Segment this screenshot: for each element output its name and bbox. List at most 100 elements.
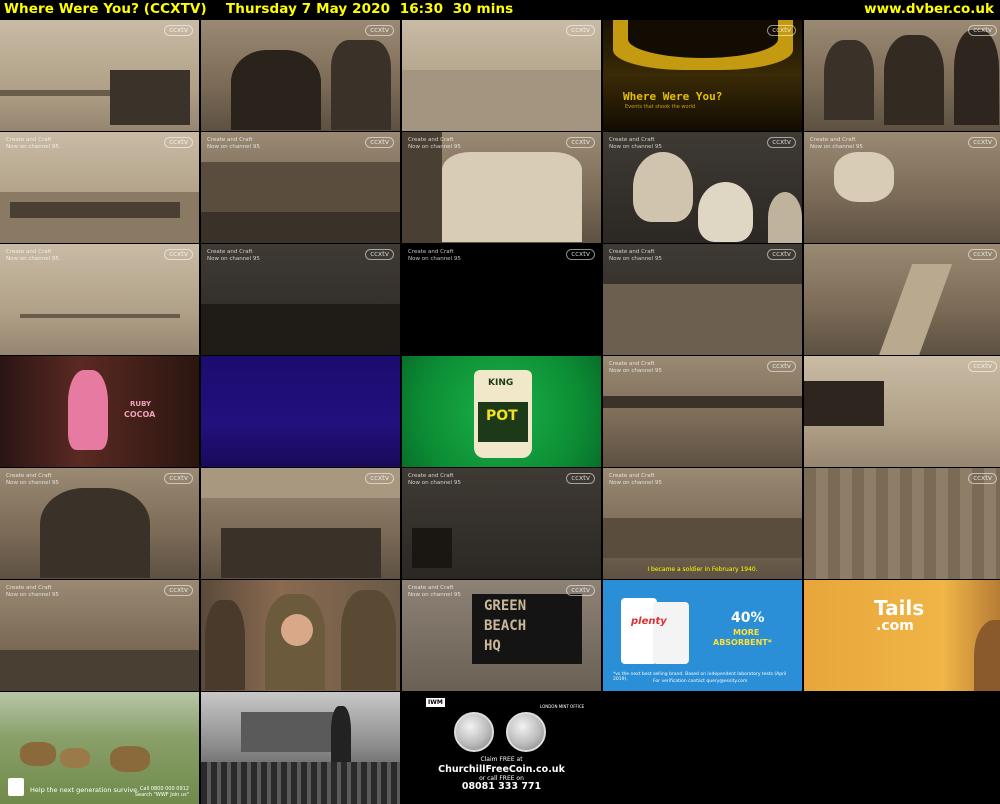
- channel-watermark: ccxtv: [365, 137, 394, 148]
- tails-brand: Tails: [874, 596, 925, 620]
- thumbnail-19[interactable]: Create and Craft Now on channel 95 ccxtv: [603, 356, 802, 467]
- promo-text: Create and Craft Now on channel 95: [408, 585, 461, 598]
- wwf-logo: [8, 778, 24, 796]
- channel-watermark: ccxtv: [767, 137, 796, 148]
- thumbnail-13[interactable]: Create and Craft Now on channel 95 ccxtv: [402, 244, 601, 355]
- coin-claim: Claim FREE at: [480, 756, 523, 763]
- thumbnail-21[interactable]: Create and Craft Now on channel 95 ccxtv: [0, 468, 199, 579]
- plenty-percent: 40%: [731, 610, 765, 626]
- channel-watermark: ccxtv: [164, 25, 193, 36]
- thumbnail-16[interactable]: RUBY COCOA: [0, 356, 199, 467]
- channel-watermark: ccxtv: [767, 361, 796, 372]
- thumbnail-29[interactable]: plenty 40% MORE ABSORBENT* *vs the next …: [603, 580, 802, 691]
- channel-watermark: ccxtv: [365, 25, 394, 36]
- thumbnail-12[interactable]: Create and Craft Now on channel 95 ccxtv: [201, 244, 400, 355]
- thumbnail-25[interactable]: ccxtv: [804, 468, 1000, 579]
- iwm-logo: IWM: [426, 698, 445, 707]
- site-link[interactable]: www.dvber.co.uk: [864, 1, 994, 17]
- thumbnail-10[interactable]: Create and Craft Now on channel 95 ccxtv: [804, 132, 1000, 243]
- thumbnail-1[interactable]: ccxtv: [0, 20, 199, 131]
- promo-text: Create and Craft Now on channel 95: [6, 585, 59, 598]
- thumbnail-2[interactable]: ccxtv: [201, 20, 400, 131]
- thumbnail-18[interactable]: KING POT: [402, 356, 601, 467]
- title-card-subtitle: Events that shook the world: [625, 104, 696, 110]
- channel-watermark: ccxtv: [164, 473, 193, 484]
- coin-phone: 08081 333 771: [461, 781, 542, 792]
- thumbnail-grid: ccxtv ccxtv ccxtv Where Were You? Events…: [0, 20, 1000, 804]
- channel-watermark: ccxtv: [566, 137, 595, 148]
- channel-watermark: ccxtv: [365, 249, 394, 260]
- promo-text: Create and Craft Now on channel 95: [408, 249, 461, 262]
- plenty-brand: plenty: [631, 616, 667, 627]
- promo-text: Create and Craft Now on channel 95: [609, 137, 662, 150]
- tails-com: .com: [876, 618, 914, 634]
- sign-line3: HQ: [484, 638, 501, 654]
- coin-url: ChurchillFreeCoin.co.uk: [438, 764, 565, 775]
- sign-line1: GREEN: [484, 598, 527, 614]
- promo-text: Create and Craft Now on channel 95: [810, 137, 863, 150]
- cocoa-brand: RUBY: [130, 400, 152, 408]
- thumbnail-32[interactable]: [201, 692, 400, 804]
- channel-watermark: ccxtv: [566, 585, 595, 596]
- thumbnail-17[interactable]: [201, 356, 400, 467]
- thumbnail-14[interactable]: Create and Craft Now on channel 95 ccxtv: [603, 244, 802, 355]
- thumbnail-15[interactable]: ccxtv: [804, 244, 1000, 355]
- plenty-absorbent: ABSORBENT*: [713, 638, 772, 647]
- wwf-contact: Call 0800 000 0912 Search "WWF Join us": [134, 786, 189, 798]
- thumbnail-27[interactable]: [201, 580, 400, 691]
- channel-watermark: ccxtv: [566, 249, 595, 260]
- channel-watermark: ccxtv: [365, 473, 394, 484]
- channel-watermark: ccxtv: [767, 25, 796, 36]
- thumbnail-4[interactable]: Where Were You? Events that shook the wo…: [603, 20, 802, 131]
- thumbnail-28[interactable]: GREEN BEACH HQ Create and Craft Now on ch…: [402, 580, 601, 691]
- thumbnail-5[interactable]: ccxtv: [804, 20, 1000, 131]
- title-card-text: Where Were You?: [623, 90, 723, 103]
- potnoodle-top: KING: [488, 378, 514, 388]
- sign-line2: BEACH: [484, 618, 527, 634]
- channel-watermark: ccxtv: [968, 361, 997, 372]
- promo-text: Create and Craft Now on channel 95: [609, 473, 662, 486]
- promo-text: Create and Craft Now on channel 95: [408, 473, 461, 486]
- promo-text: Create and Craft Now on channel 95: [408, 137, 461, 150]
- cocoa-word: COCOA: [124, 410, 156, 419]
- wwf-tagline: Help the next generation survive.: [30, 786, 140, 794]
- thumbnail-22[interactable]: ccxtv: [201, 468, 400, 579]
- promo-text: Create and Craft Now on channel 95: [207, 137, 260, 150]
- promo-text: Create and Craft Now on channel 95: [609, 249, 662, 262]
- thumbnail-8[interactable]: Create and Craft Now on channel 95 ccxtv: [402, 132, 601, 243]
- promo-text: Create and Craft Now on channel 95: [207, 249, 260, 262]
- channel-watermark: ccxtv: [767, 249, 796, 260]
- promo-text: Create and Craft Now on channel 95: [6, 137, 59, 150]
- thumbnail-7[interactable]: Create and Craft Now on channel 95 ccxtv: [201, 132, 400, 243]
- thumbnail-24[interactable]: Create and Craft Now on channel 95 I beca…: [603, 468, 802, 579]
- channel-watermark: ccxtv: [164, 137, 193, 148]
- thumbnail-31[interactable]: Help the next generation survive. Call 0…: [0, 692, 199, 804]
- promo-text: Create and Craft Now on channel 95: [6, 249, 59, 262]
- channel-watermark: ccxtv: [566, 25, 595, 36]
- channel-watermark: ccxtv: [566, 473, 595, 484]
- plenty-more: MORE: [733, 628, 760, 637]
- thumbnail-30[interactable]: Tails .com: [804, 580, 1000, 691]
- thumbnail-11[interactable]: Create and Craft Now on channel 95 ccxtv: [0, 244, 199, 355]
- header-bar: Where Were You? (CCXTV) Thursday 7 May 2…: [0, 0, 1000, 20]
- thumbnail-26[interactable]: Create and Craft Now on channel 95 ccxtv: [0, 580, 199, 691]
- programme-title: Where Were You? (CCXTV) Thursday 7 May 2…: [4, 1, 514, 17]
- channel-watermark: ccxtv: [968, 249, 997, 260]
- channel-watermark: ccxtv: [164, 585, 193, 596]
- channel-watermark: ccxtv: [968, 137, 997, 148]
- thumbnail-23[interactable]: Create and Craft Now on channel 95 ccxtv: [402, 468, 601, 579]
- subtitle-caption: I became a soldier in February 1940.: [647, 566, 758, 573]
- promo-text: Create and Craft Now on channel 95: [609, 361, 662, 374]
- thumbnail-3[interactable]: ccxtv: [402, 20, 601, 131]
- thumbnail-33[interactable]: IWM LONDON MINT OFFICE Claim FREE at Chu…: [402, 692, 601, 804]
- thumbnail-9[interactable]: Create and Craft Now on channel 95 ccxtv: [603, 132, 802, 243]
- channel-watermark: ccxtv: [968, 473, 997, 484]
- coin-back: [506, 712, 546, 752]
- plenty-note-2: For verification contact query@essity.co…: [653, 679, 748, 684]
- promo-text: Create and Craft Now on channel 95: [6, 473, 59, 486]
- thumbnail-6[interactable]: Create and Craft Now on channel 95 ccxtv: [0, 132, 199, 243]
- channel-watermark: ccxtv: [968, 25, 997, 36]
- channel-watermark: ccxtv: [164, 249, 193, 260]
- thumbnail-20[interactable]: ccxtv: [804, 356, 1000, 467]
- potnoodle-word: POT: [486, 408, 518, 424]
